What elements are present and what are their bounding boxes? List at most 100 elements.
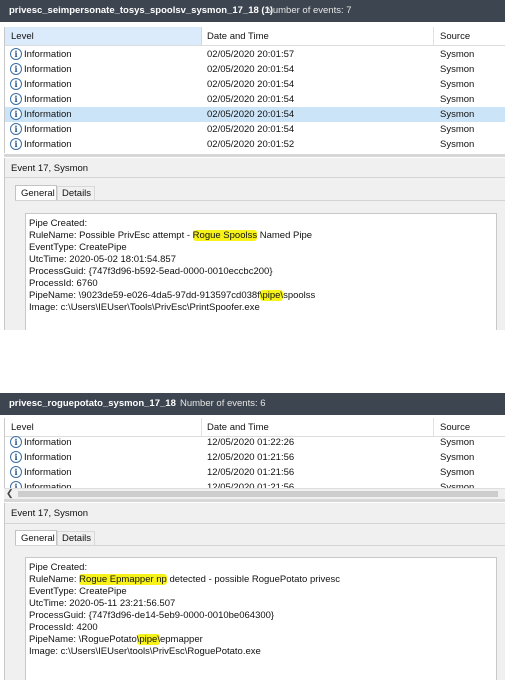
detail-line: UtcTime: 2020-05-11 23:21:56.507: [29, 598, 176, 609]
detail-line: EventType: CreatePipe: [29, 586, 127, 597]
row-date: 02/05/2020 20:01:54: [207, 124, 295, 135]
detail-line: ProcessGuid: {747f3d96-b592-5ead-0000-00…: [29, 266, 273, 277]
row-level: Information: [24, 437, 72, 448]
highlight: \pipe\: [259, 290, 284, 301]
row-date: 02/05/2020 20:01:54: [207, 94, 295, 105]
row-level: Information: [24, 139, 72, 150]
row-level: Information: [24, 467, 72, 478]
column-header-level[interactable]: Level: [5, 27, 202, 45]
row-source: Sysmon: [440, 79, 475, 90]
row-source: Sysmon: [440, 94, 475, 105]
table-row[interactable]: i Information 02/05/2020 20:01:54 Sysmon: [5, 122, 505, 137]
information-icon: i: [10, 63, 22, 75]
row-date: 02/05/2020 20:01:57: [207, 49, 295, 60]
row-date: 12/05/2020 01:22:26: [207, 437, 295, 448]
pane-splitter[interactable]: [4, 499, 505, 502]
column-header-date[interactable]: Date and Time: [207, 31, 269, 42]
event-detail-title: Event 17, Sysmon: [11, 508, 89, 519]
information-icon: i: [10, 48, 22, 60]
detail-line: ProcessId: 4200: [29, 622, 98, 633]
tab-general[interactable]: General: [15, 185, 57, 201]
row-level: Information: [24, 64, 72, 75]
detail-line: Image: c:\Users\IEUser\tools\PrivEsc\Rog…: [29, 646, 261, 657]
table-row[interactable]: i Information 02/05/2020 20:01:54 Sysmon: [5, 77, 505, 92]
event-detail-pane: Event 17, Sysmon General Details Pipe Cr…: [4, 158, 505, 330]
information-icon: i: [10, 78, 22, 90]
event-message-box[interactable]: Pipe Created: RuleName: Possible PrivEsc…: [25, 213, 497, 330]
information-icon: i: [10, 138, 22, 150]
row-source: Sysmon: [440, 124, 475, 135]
highlight: Rogue Epmapper np: [79, 574, 167, 585]
detail-pipename: PipeName: \RoguePotato\pipe\epmapper: [29, 634, 203, 645]
table-row[interactable]: i Information 12/05/2020 01:22:26 Sysmon: [5, 435, 505, 450]
scrollbar-thumb[interactable]: [18, 491, 498, 497]
information-icon: i: [10, 436, 22, 448]
row-source: Sysmon: [440, 467, 475, 478]
highlight: Rogue Spoolss: [192, 230, 258, 241]
row-level: Information: [24, 124, 72, 135]
detail-line: ProcessGuid: {747f3d96-de14-5eb9-0000-00…: [29, 610, 275, 621]
table-row-selected[interactable]: i Information 02/05/2020 20:01:54 Sysmon: [5, 107, 505, 122]
event-detail-title: Event 17, Sysmon: [11, 163, 89, 174]
table-row[interactable]: i Information 02/05/2020 20:01:57 Sysmon: [5, 47, 505, 62]
column-header-source[interactable]: Source: [440, 422, 470, 433]
row-source: Sysmon: [440, 452, 475, 463]
events-table: Level Date and Time Source i Information…: [4, 418, 505, 493]
row-date: 02/05/2020 20:01:52: [207, 139, 295, 150]
row-level: Information: [24, 49, 72, 60]
table-header: Level Date and Time Source: [5, 27, 505, 46]
tab-details[interactable]: Details: [57, 186, 95, 201]
detail-line: Image: c:\Users\IEUser\Tools\PrivEsc\Pri…: [29, 302, 260, 313]
detail-line: EventType: CreatePipe: [29, 242, 127, 253]
scroll-left-icon[interactable]: ❮: [6, 488, 14, 499]
detail-line: ProcessId: 6760: [29, 278, 98, 289]
log-title-bar: privesc_seimpersonate_tosys_spoolsv_sysm…: [0, 0, 505, 22]
table-row[interactable]: i Information 12/05/2020 01:21:56 Sysmon: [5, 450, 505, 465]
row-level: Information: [24, 452, 72, 463]
detail-line: Pipe Created:: [29, 562, 88, 573]
row-source: Sysmon: [440, 49, 475, 60]
row-level: Information: [24, 79, 72, 90]
event-log-panel-roguepotato: privesc_roguepotato_sysmon_17_18 Number …: [0, 393, 505, 680]
highlight: \pipe\: [136, 634, 160, 645]
row-level: Information: [24, 94, 72, 105]
event-log-panel-spoolsv: privesc_seimpersonate_tosys_spoolsv_sysm…: [0, 0, 505, 330]
row-source: Sysmon: [440, 139, 475, 150]
information-icon: i: [10, 108, 22, 120]
tab-details[interactable]: Details: [57, 531, 95, 546]
column-header-level[interactable]: Level: [11, 422, 34, 433]
event-detail-pane: Event 17, Sysmon General Details Pipe Cr…: [4, 503, 505, 680]
detail-pipename: PipeName: \9023de59-e026-4da5-97dd-91359…: [29, 290, 316, 301]
information-icon: i: [10, 466, 22, 478]
column-header-date[interactable]: Date and Time: [207, 422, 269, 433]
information-icon: i: [10, 93, 22, 105]
detail-line: UtcTime: 2020-05-02 18:01:54.857: [29, 254, 176, 265]
row-source: Sysmon: [440, 437, 475, 448]
event-message-box[interactable]: Pipe Created: RuleName: Rogue Epmapper n…: [25, 557, 497, 680]
event-count: Number of events: 6: [180, 398, 266, 409]
row-date: 12/05/2020 01:21:56: [207, 452, 295, 463]
row-date: 02/05/2020 20:01:54: [207, 79, 295, 90]
column-header-source[interactable]: Source: [440, 31, 470, 42]
row-date: 02/05/2020 20:01:54: [207, 109, 295, 120]
information-icon: i: [10, 123, 22, 135]
table-row[interactable]: i Information 12/05/2020 01:21:56 Sysmon: [5, 465, 505, 480]
table-row[interactable]: i Information 02/05/2020 20:01:52 Sysmon: [5, 137, 505, 152]
row-date: 12/05/2020 01:21:56: [207, 467, 295, 478]
events-table: Level Date and Time Source i Information…: [4, 27, 505, 153]
tab-general[interactable]: General: [15, 530, 57, 546]
table-row[interactable]: i Information 02/05/2020 20:01:54 Sysmon: [5, 92, 505, 107]
event-count: Number of events: 7: [266, 5, 352, 16]
row-date: 02/05/2020 20:01:54: [207, 64, 295, 75]
detail-line: Pipe Created:: [29, 218, 88, 229]
information-icon: i: [10, 451, 22, 463]
table-row[interactable]: i Information 02/05/2020 20:01:54 Sysmon: [5, 62, 505, 77]
pane-splitter[interactable]: [4, 154, 505, 157]
log-title-bar: privesc_roguepotato_sysmon_17_18 Number …: [0, 393, 505, 415]
log-name: privesc_roguepotato_sysmon_17_18: [9, 398, 176, 409]
detail-rulename: RuleName: Rogue Epmapper np detected - p…: [29, 574, 341, 585]
horizontal-scrollbar[interactable]: ❮: [4, 488, 505, 499]
row-source: Sysmon: [440, 64, 475, 75]
row-level: Information: [24, 109, 72, 120]
row-source: Sysmon: [440, 109, 475, 120]
